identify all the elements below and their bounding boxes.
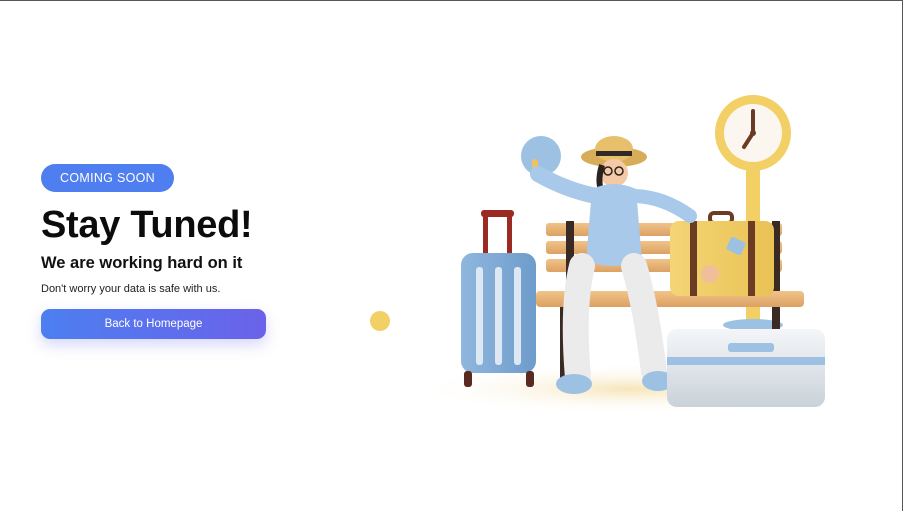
page-subtitle: We are working hard on it bbox=[41, 254, 243, 272]
coming-soon-badge: COMING SOON bbox=[41, 164, 174, 192]
page-title: Stay Tuned! bbox=[41, 204, 253, 246]
info-note: Don't worry your data is safe with us. bbox=[41, 283, 221, 295]
white-case-icon bbox=[667, 329, 825, 407]
yellow-dot bbox=[370, 311, 390, 331]
back-to-homepage-button[interactable]: Back to Homepage bbox=[41, 309, 266, 339]
travel-illustration bbox=[360, 81, 860, 431]
hero-content: COMING SOON Stay Tuned! We are working h… bbox=[41, 164, 341, 339]
travel-bag-icon bbox=[670, 211, 774, 296]
suitcase-icon bbox=[461, 210, 536, 387]
travel-scene-svg bbox=[370, 95, 850, 415]
